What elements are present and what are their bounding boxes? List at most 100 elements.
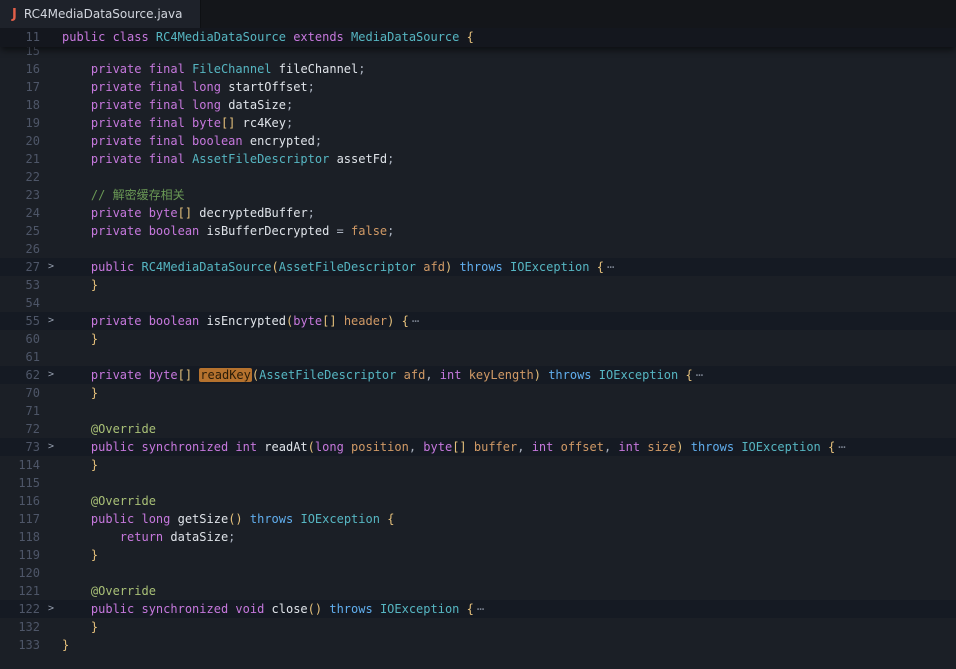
line-number: 17 <box>0 78 40 96</box>
code-line-55[interactable]: 55> private boolean isEncrypted(byte[] h… <box>0 312 956 330</box>
token-var: fileChannel <box>279 62 358 76</box>
token-type: AssetFileDescriptor <box>259 368 396 382</box>
fold-gutter <box>40 222 62 240</box>
fold-gutter <box>40 28 62 47</box>
token-plain <box>394 314 401 328</box>
token-plain <box>459 602 466 616</box>
token-brace: ( <box>308 440 315 454</box>
line-number: 73 <box>0 438 40 456</box>
line-number: 114 <box>0 456 40 474</box>
fold-chevron-icon[interactable]: > <box>40 312 62 330</box>
line-number: 26 <box>0 240 40 258</box>
code-line-118[interactable]: 118 return dataSize; <box>0 528 956 546</box>
code-line-133[interactable]: 133} <box>0 636 956 654</box>
fold-chevron-icon[interactable]: > <box>40 438 62 456</box>
sticky-scroll-line[interactable]: 11public class RC4MediaDataSource extend… <box>0 28 956 47</box>
token-plain <box>62 260 91 274</box>
code-line-73[interactable]: 73> public synchronized int readAt(long … <box>0 438 956 456</box>
fold-chevron-icon[interactable]: > <box>40 600 62 618</box>
code-line-24[interactable]: 24 private byte[] decryptedBuffer; <box>0 204 956 222</box>
line-number: 54 <box>0 294 40 312</box>
token-punct: , <box>604 440 618 454</box>
line-content: private boolean isEncrypted(byte[] heade… <box>62 312 956 330</box>
line-content: private boolean isBufferDecrypted = fals… <box>62 222 956 240</box>
token-kw2: throws <box>250 512 293 526</box>
code-line-23[interactable]: 23 // 解密缓存相关 <box>0 186 956 204</box>
token-kw2: throws <box>329 602 372 616</box>
code-line-120[interactable]: 120 <box>0 564 956 582</box>
line-content: private final long startOffset; <box>62 78 956 96</box>
code-line-11[interactable]: 11public class RC4MediaDataSource extend… <box>0 28 956 47</box>
line-number: 19 <box>0 114 40 132</box>
token-plain <box>344 30 351 44</box>
code-line-122[interactable]: 122> public synchronized void close() th… <box>0 600 956 618</box>
fold-gutter <box>40 114 62 132</box>
code-line-17[interactable]: 17 private final long startOffset; <box>0 78 956 96</box>
line-number: 20 <box>0 132 40 150</box>
token-plain <box>590 260 597 274</box>
code-line-15[interactable]: 15 <box>0 47 956 60</box>
fold-gutter <box>40 60 62 78</box>
code-line-18[interactable]: 18 private final long dataSize; <box>0 96 956 114</box>
token-plain <box>62 440 91 454</box>
fold-gutter <box>40 294 62 312</box>
code-line-19[interactable]: 19 private final byte[] rc4Key; <box>0 114 956 132</box>
token-type: FileChannel <box>192 62 271 76</box>
code-line-27[interactable]: 27> public RC4MediaDataSource(AssetFileD… <box>0 258 956 276</box>
code-line-54[interactable]: 54 <box>0 294 956 312</box>
token-kw: private final boolean <box>91 134 250 148</box>
token-kw: byte <box>293 314 322 328</box>
code-line-60[interactable]: 60 } <box>0 330 956 348</box>
token-type: IOException <box>510 260 589 274</box>
line-number: 18 <box>0 96 40 114</box>
token-brace: } <box>91 548 98 562</box>
token-kw: private final <box>91 152 192 166</box>
token-plain <box>62 620 91 634</box>
line-content <box>62 402 956 420</box>
line-number: 24 <box>0 204 40 222</box>
code-line-71[interactable]: 71 <box>0 402 956 420</box>
fold-chevron-icon[interactable]: > <box>40 258 62 276</box>
token-punct: ; <box>308 206 315 220</box>
code-line-121[interactable]: 121 @Override <box>0 582 956 600</box>
code-line-53[interactable]: 53 } <box>0 276 956 294</box>
tab-rc4mediadatasource-java[interactable]: J RC4MediaDataSource.java <box>0 0 201 28</box>
token-param: afd <box>423 260 445 274</box>
code-line-20[interactable]: 20 private final boolean encrypted; <box>0 132 956 150</box>
fold-gutter <box>40 348 62 366</box>
code-line-132[interactable]: 132 } <box>0 618 956 636</box>
line-content <box>62 564 956 582</box>
code-line-21[interactable]: 21 private final AssetFileDescriptor ass… <box>0 150 956 168</box>
token-brace: } <box>91 386 98 400</box>
token-brace: () <box>228 512 242 526</box>
token-plain <box>62 134 91 148</box>
code-line-25[interactable]: 25 private boolean isBufferDecrypted = f… <box>0 222 956 240</box>
code-line-72[interactable]: 72 @Override <box>0 420 956 438</box>
code-line-116[interactable]: 116 @Override <box>0 492 956 510</box>
code-line-119[interactable]: 119 } <box>0 546 956 564</box>
fold-gutter <box>40 78 62 96</box>
token-plain <box>62 368 91 382</box>
code-line-16[interactable]: 16 private final FileChannel fileChannel… <box>0 60 956 78</box>
line-content: public long getSize() throws IOException… <box>62 510 956 528</box>
line-content: public synchronized void close() throws … <box>62 600 956 618</box>
token-punct: ; <box>228 530 235 544</box>
fold-chevron-icon[interactable]: > <box>40 366 62 384</box>
code-line-26[interactable]: 26 <box>0 240 956 258</box>
token-plain <box>62 512 91 526</box>
code-line-115[interactable]: 115 <box>0 474 956 492</box>
token-const: false <box>351 224 387 238</box>
token-plain <box>62 494 91 508</box>
code-line-61[interactable]: 61 <box>0 348 956 366</box>
line-content: } <box>62 276 956 294</box>
token-var: decryptedBuffer <box>199 206 307 220</box>
code-line-70[interactable]: 70 } <box>0 384 956 402</box>
code-editor[interactable]: 11public class RC4MediaDataSource extend… <box>0 28 956 669</box>
code-line-114[interactable]: 114 } <box>0 456 956 474</box>
code-line-22[interactable]: 22 <box>0 168 956 186</box>
code-line-117[interactable]: 117 public long getSize() throws IOExcep… <box>0 510 956 528</box>
code-line-62[interactable]: 62> private byte[] readKey(AssetFileDesc… <box>0 366 956 384</box>
token-param: size <box>647 440 676 454</box>
search-match-highlight: readKey <box>199 368 252 382</box>
token-punct: ; <box>358 62 365 76</box>
